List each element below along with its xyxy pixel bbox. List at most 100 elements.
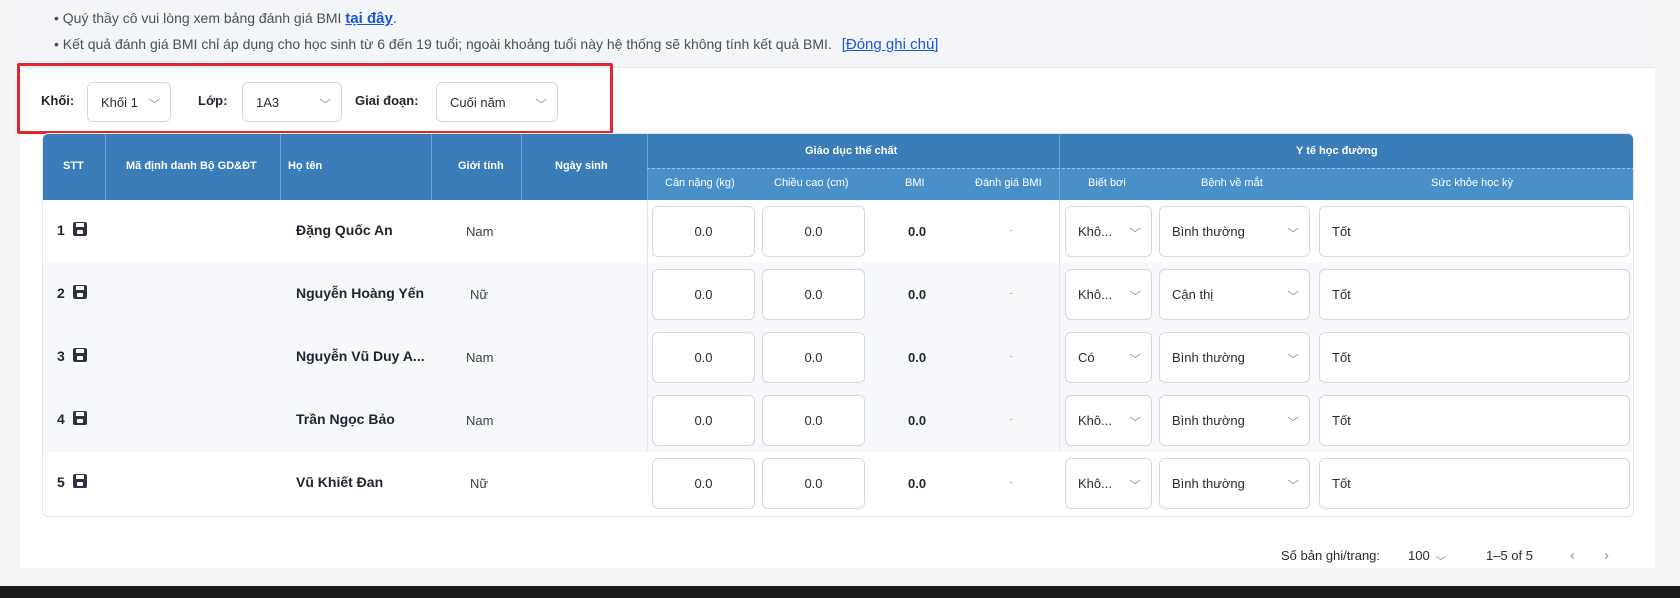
header-pe-group: Giáo dục thể chất — [805, 145, 898, 157]
header-divider — [1059, 134, 1060, 200]
swim-select[interactable]: Khô... ⌵ — [1065, 206, 1152, 257]
bmi-eval-value: - — [1009, 474, 1014, 489]
row-stt: 1 — [57, 222, 65, 238]
weight-input[interactable]: 0.0 — [652, 458, 755, 509]
student-name: Trần Ngọc Bảo — [296, 411, 395, 427]
semester-health-value: Tốt — [1332, 413, 1351, 428]
header-name: Họ tên — [288, 160, 323, 172]
grade-label: Khối: — [41, 93, 75, 108]
note-line-bmi-age: • Kết quả đánh giá BMI chỉ áp dụng cho h… — [54, 36, 938, 53]
chevron-down-icon: ⌵ — [1286, 286, 1299, 298]
header-divider — [105, 134, 106, 200]
chevron-down-icon: ⌵ — [147, 94, 160, 106]
next-page-icon[interactable]: › — [1604, 547, 1609, 564]
swim-select[interactable]: Khô... ⌵ — [1065, 269, 1152, 320]
chevron-down-icon: ⌵ — [1435, 552, 1447, 563]
height-input[interactable]: 0.0 — [762, 332, 865, 383]
bmi-table-link[interactable]: tại đây — [345, 10, 393, 27]
students-table: STT Mã định danh Bộ GD&ĐT Họ tên Giới tí… — [42, 133, 1634, 517]
swim-value: Có — [1078, 350, 1095, 365]
chevron-down-icon: ⌵ — [318, 94, 331, 106]
swim-select[interactable]: Khô... ⌵ — [1065, 395, 1152, 446]
header-eye: Bệnh về mắt — [1201, 177, 1263, 189]
save-icon[interactable] — [73, 285, 87, 299]
header-dob: Ngày sinh — [555, 160, 608, 172]
height-input[interactable]: 0.0 — [762, 269, 865, 320]
chevron-down-icon: ⌵ — [1286, 349, 1299, 361]
close-notes-link[interactable]: [Đóng ghi chú] — [842, 36, 939, 53]
period-label: Giai đoạn: — [355, 93, 419, 108]
chevron-down-icon: ⌵ — [1128, 349, 1141, 361]
eye-select[interactable]: Cận thị ⌵ — [1159, 269, 1310, 320]
chevron-down-icon: ⌵ — [1128, 475, 1141, 487]
height-input[interactable]: 0.0 — [762, 458, 865, 509]
bmi-eval-value: - — [1009, 285, 1014, 300]
table-row: 1 Đặng Quốc An Nam 0.0 0.0 0.0 - Khô... … — [43, 200, 1633, 263]
weight-input[interactable]: 0.0 — [652, 206, 755, 257]
bmi-eval-value: - — [1009, 411, 1014, 426]
chevron-down-icon: ⌵ — [1286, 475, 1299, 487]
student-gender: Nam — [466, 224, 494, 239]
bottom-bar — [0, 586, 1680, 598]
save-icon[interactable] — [73, 411, 87, 425]
column-divider — [647, 200, 648, 263]
save-icon[interactable] — [73, 222, 87, 236]
height-input[interactable]: 0.0 — [762, 395, 865, 446]
swim-value: Khô... — [1078, 476, 1112, 491]
grade-select[interactable]: Khối 1 ⌵ — [87, 82, 171, 122]
row-stt: 5 — [57, 474, 65, 490]
eye-value: Bình thường — [1172, 413, 1245, 428]
period-select[interactable]: Cuối năm ⌵ — [436, 82, 558, 122]
prev-page-icon[interactable]: ‹ — [1570, 547, 1575, 564]
semester-health-input[interactable]: Tốt — [1319, 395, 1630, 446]
weight-input[interactable]: 0.0 — [652, 395, 755, 446]
eye-select[interactable]: Bình thường ⌵ — [1159, 332, 1310, 383]
page: • Quý thầy cô vui lòng xem bảng đánh giá… — [0, 0, 1680, 598]
period-value: Cuối năm — [450, 95, 506, 110]
weight-input[interactable]: 0.0 — [652, 269, 755, 320]
header-semester-health: Sức khỏe học kỳ — [1431, 177, 1513, 189]
semester-health-input[interactable]: Tốt — [1319, 269, 1630, 320]
table-row: 5 Vũ Khiết Đan Nữ 0.0 0.0 0.0 - Khô... ⌵… — [43, 452, 1633, 515]
note-period: . — [392, 10, 397, 26]
grade-value: Khối 1 — [101, 95, 138, 110]
save-icon[interactable] — [73, 474, 87, 488]
bmi-eval-value: - — [1009, 222, 1014, 237]
row-stt: 4 — [57, 411, 65, 427]
eye-select[interactable]: Bình thường ⌵ — [1159, 458, 1310, 509]
bmi-eval-value: - — [1009, 348, 1014, 363]
eye-select[interactable]: Bình thường ⌵ — [1159, 395, 1310, 446]
weight-input[interactable]: 0.0 — [652, 332, 755, 383]
eye-value: Bình thường — [1172, 476, 1245, 491]
chevron-down-icon: ⌵ — [1286, 223, 1299, 235]
semester-health-value: Tốt — [1332, 287, 1351, 302]
column-divider — [647, 389, 648, 452]
student-name: Nguyễn Vũ Duy A... — [296, 348, 425, 364]
column-divider — [647, 263, 648, 326]
header-dashed-line — [647, 168, 1633, 169]
header-divider — [280, 134, 281, 200]
header-id: Mã định danh Bộ GD&ĐT — [126, 160, 257, 172]
semester-health-value: Tốt — [1332, 224, 1351, 239]
column-divider — [1059, 200, 1060, 263]
eye-select[interactable]: Bình thường ⌵ — [1159, 206, 1310, 257]
class-select[interactable]: 1A3 ⌵ — [242, 82, 342, 122]
chevron-down-icon: ⌵ — [1286, 412, 1299, 424]
height-input[interactable]: 0.0 — [762, 206, 865, 257]
student-name: Vũ Khiết Đan — [296, 474, 384, 490]
note-line-bmi-table: • Quý thầy cô vui lòng xem bảng đánh giá… — [54, 10, 397, 27]
column-divider — [647, 326, 648, 389]
notes-area: • Quý thầy cô vui lòng xem bảng đánh giá… — [20, 0, 1655, 68]
per-page-select[interactable]: 100 ⌵ — [1408, 548, 1447, 563]
swim-select[interactable]: Khô... ⌵ — [1065, 458, 1152, 509]
filter-bar: Khối: Khối 1 ⌵ Lớp: 1A3 ⌵ Giai đoạn: Cuố… — [17, 63, 613, 134]
class-label: Lớp: — [198, 93, 228, 108]
header-gender: Giới tính — [458, 160, 504, 172]
semester-health-input[interactable]: Tốt — [1319, 458, 1630, 509]
save-icon[interactable] — [73, 348, 87, 362]
semester-health-input[interactable]: Tốt — [1319, 206, 1630, 257]
swim-value: Khô... — [1078, 413, 1112, 428]
semester-health-input[interactable]: Tốt — [1319, 332, 1630, 383]
swim-select[interactable]: Có ⌵ — [1065, 332, 1152, 383]
semester-health-value: Tốt — [1332, 350, 1351, 365]
